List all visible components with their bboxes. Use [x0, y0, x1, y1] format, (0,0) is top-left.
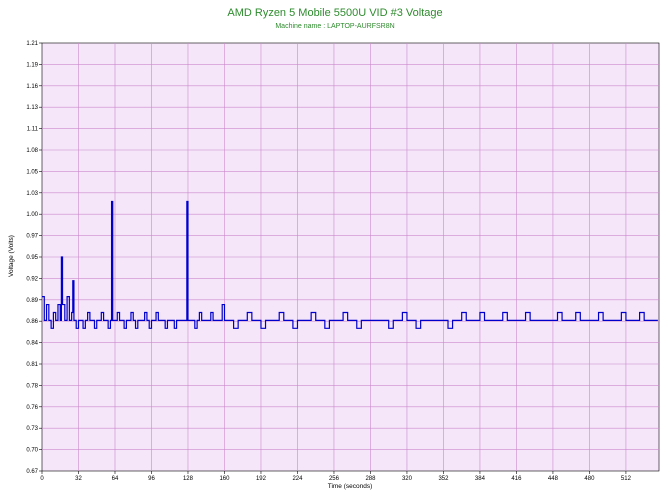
y-tick-label: 0.73	[26, 426, 38, 432]
y-tick-label: 1.05	[26, 169, 38, 175]
x-tick-label: 512	[621, 476, 632, 482]
x-tick-label: 64	[112, 476, 119, 482]
y-tick-label: 0.89	[26, 298, 38, 304]
x-tick-label: 320	[402, 476, 413, 482]
x-tick-label: 288	[365, 476, 376, 482]
y-tick-label: 0.97	[26, 234, 38, 240]
x-tick-label: 128	[183, 476, 194, 482]
y-tick-label: 0.78	[26, 383, 38, 389]
y-tick-label: 0.92	[26, 276, 38, 282]
voltage-chart: 0.67 0.70 0.73 0.76 0.78 0.81 0.84 0.86 0.89 0.92…	[8, 41, 660, 490]
x-tick-label: 96	[148, 476, 155, 482]
y-tick-label: 0.84	[26, 341, 38, 347]
y-tick-label: 0.86	[26, 319, 38, 325]
y-tick-label: 1.03	[26, 191, 38, 197]
x-tick-label: 192	[256, 476, 267, 482]
x-tick-label: 224	[292, 476, 303, 482]
y-tick-label: 1.16	[26, 84, 38, 90]
x-tick-label: 256	[329, 476, 340, 482]
y-axis-label: Voltage (Volts)	[8, 235, 15, 277]
x-axis-label: Time (seconds)	[328, 483, 373, 490]
y-tick-label: 1.08	[26, 148, 38, 154]
y-tick-label: 0.95	[26, 255, 38, 261]
x-tick-label: 32	[75, 476, 82, 482]
y-tick-label: 1.21	[26, 41, 38, 47]
y-tick-label: 1.19	[26, 62, 38, 68]
y-tick-label: 0.67	[26, 469, 38, 475]
y-tick-label: 1.13	[26, 105, 38, 111]
x-tick-label: 448	[548, 476, 559, 482]
y-tick-label: 0.76	[26, 405, 38, 411]
x-tick-label: 384	[475, 476, 486, 482]
x-tick-label: 352	[438, 476, 449, 482]
x-tick-label: 160	[219, 476, 230, 482]
x-tick-label: 0	[40, 476, 44, 482]
y-tick-label: 1.11	[27, 127, 39, 133]
x-tick-label: 416	[511, 476, 522, 482]
y-tick-label: 1.00	[26, 212, 38, 218]
x-tick-label: 480	[584, 476, 595, 482]
y-tick-label: 0.81	[26, 362, 38, 368]
y-tick-label: 0.70	[26, 448, 38, 454]
